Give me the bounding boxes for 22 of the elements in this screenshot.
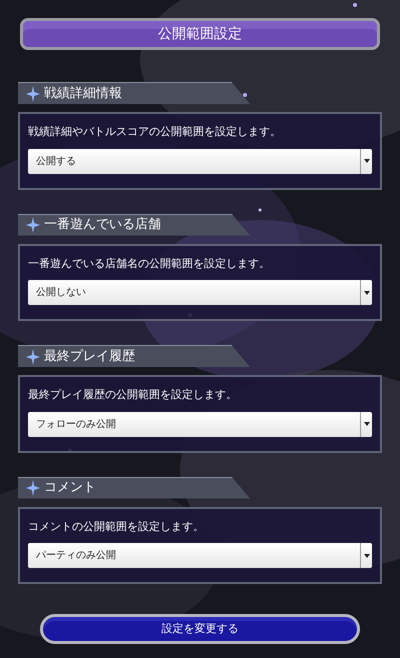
section-description: 最終プレイ履歴の公開範囲を設定します。 [28,387,238,403]
section-heading: 一番遊んでいる店舗 [44,216,161,234]
section-heading: コメント [44,479,96,498]
dropdown[interactable]: パーティのみ公開 [28,543,372,568]
caret-icon [364,159,370,163]
dropdown[interactable]: 公開しない [28,280,372,305]
cross-star-icon [26,480,40,496]
caret-icon [364,554,370,558]
cross-star-icon [26,86,40,102]
caret-icon [364,290,370,294]
section-description: コメントの公開範囲を設定します。 [28,518,205,534]
section-heading: 戦績詳細情報 [44,84,122,103]
section-heading: 最終プレイ履歴 [44,348,135,366]
cross-star-icon [26,348,40,364]
dropdown[interactable]: フォローのみ公開 [28,412,372,436]
section-description: 戦績詳細やバトルスコアの公開範囲を設定します。 [28,124,282,140]
caret-icon [364,422,370,426]
submit-button[interactable]: 設定を変更する [40,614,360,644]
section-description: 一番遊んでいる店舗名の公開範囲を設定します。 [28,256,271,272]
dropdown[interactable]: 公開する [28,148,372,174]
cross-star-icon [26,217,40,233]
page-title: 公開範囲設定 [158,24,242,44]
